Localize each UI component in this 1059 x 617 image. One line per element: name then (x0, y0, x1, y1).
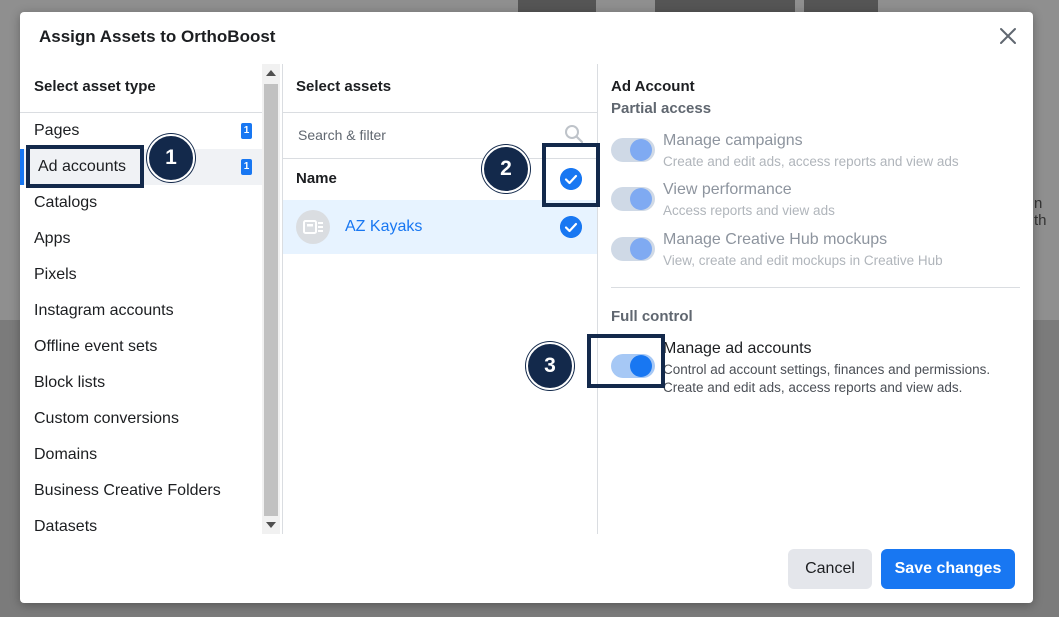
divider (283, 112, 597, 113)
full-control-heading: Full control (611, 308, 693, 325)
asset-type-label: Instagram accounts (34, 302, 174, 319)
assets-heading: Select assets (296, 78, 392, 95)
permission-description: View, create and edit mockups in Creativ… (663, 253, 943, 268)
permission-title: View performance (663, 181, 792, 198)
permission-description: Create and edit ads, access reports and … (663, 154, 959, 169)
permission-title: Manage Creative Hub mockups (663, 231, 888, 248)
permission-toggle (611, 138, 655, 162)
permission-title: Manage campaigns (663, 132, 803, 149)
step-badge-1: 1 (147, 134, 195, 182)
background-partial-text: n th (1034, 195, 1047, 229)
scroll-down-arrow-icon[interactable] (266, 522, 276, 528)
asset-row[interactable]: AZ Kayaks (283, 200, 597, 254)
save-changes-button[interactable]: Save changes (881, 549, 1015, 589)
asset-type-offline-event-sets[interactable]: Offline event sets (20, 329, 262, 365)
background-strip (518, 0, 596, 12)
asset-checkbox[interactable] (560, 216, 582, 238)
scroll-thumb[interactable] (264, 84, 278, 516)
background-strip (655, 0, 795, 12)
highlight-box-select-all (542, 143, 600, 207)
assets-panel: Select assets Name AZ Kayaks (283, 64, 597, 546)
asset-type-label: Block lists (34, 374, 106, 391)
permission-toggle (611, 237, 655, 261)
partial-access-heading: Partial access (611, 100, 712, 117)
assign-assets-dialog: Assign Assets to OrthoBoost Select asset… (20, 12, 1033, 603)
count-badge: 1 (241, 159, 252, 175)
permission-description: Control ad account settings, finances an… (663, 361, 1023, 397)
asset-type-label: Catalogs (34, 194, 98, 211)
search-input[interactable] (296, 126, 560, 144)
cancel-button[interactable]: Cancel (788, 549, 872, 589)
asset-type-domains[interactable]: Domains (20, 437, 262, 473)
asset-type-apps[interactable]: Apps (20, 221, 262, 257)
permission-description: Access reports and view ads (663, 203, 835, 218)
dialog-title: Assign Assets to OrthoBoost (39, 27, 276, 46)
asset-name: AZ Kayaks (345, 218, 423, 235)
asset-type-panel: Select asset type Pages 1 Ad accounts 1 … (20, 64, 262, 546)
step-badge-2: 2 (482, 145, 530, 193)
close-icon[interactable] (997, 25, 1019, 47)
asset-type-business-creative-folders[interactable]: Business Creative Folders (20, 473, 262, 509)
permission-view-performance: View performance Access reports and view… (611, 181, 1021, 225)
asset-type-custom-conversions[interactable]: Custom conversions (20, 401, 262, 437)
asset-type-heading: Select asset type (34, 78, 156, 95)
ad-account-icon (296, 210, 330, 244)
permission-description-line: Create and edit ads, access reports and … (663, 380, 963, 395)
permission-manage-campaigns: Manage campaigns Create and edit ads, ac… (611, 132, 1021, 176)
asset-type-label: Pixels (34, 266, 77, 283)
asset-type-block-lists[interactable]: Block lists (20, 365, 262, 401)
asset-type-label: Domains (34, 446, 98, 463)
asset-type-label: Pages (34, 122, 80, 139)
asset-type-catalogs[interactable]: Catalogs (20, 185, 262, 221)
asset-type-label: Datasets (34, 518, 98, 535)
permission-toggle (611, 187, 655, 211)
scroll-up-arrow-icon[interactable] (266, 70, 276, 76)
step-badge-3: 3 (526, 342, 574, 390)
asset-type-datasets[interactable]: Datasets (20, 509, 262, 545)
highlight-box-full-control-toggle (587, 334, 665, 388)
asset-type-instagram-accounts[interactable]: Instagram accounts (20, 293, 262, 329)
asset-type-label: Apps (34, 230, 71, 247)
name-column-header: Name (296, 170, 337, 187)
asset-type-label: Offline event sets (34, 338, 158, 355)
background-strip (804, 0, 878, 12)
permissions-panel: Ad Account Partial access Manage campaig… (598, 64, 1033, 546)
asset-type-pixels[interactable]: Pixels (20, 257, 262, 293)
asset-type-pages[interactable]: Pages 1 (20, 113, 262, 149)
permission-manage-creative-hub-mockups: Manage Creative Hub mockups View, create… (611, 231, 1021, 275)
permissions-heading: Ad Account (611, 78, 695, 95)
highlight-box-ad-accounts (26, 145, 144, 188)
count-badge: 1 (241, 123, 252, 139)
asset-type-label: Business Creative Folders (34, 482, 221, 499)
asset-type-scrollbar[interactable] (262, 64, 280, 534)
permission-description-line: Control ad account settings, finances an… (663, 362, 991, 377)
asset-type-label: Custom conversions (34, 410, 179, 427)
search-icon[interactable] (564, 124, 584, 144)
permission-manage-ad-accounts: Manage ad accounts Control ad account se… (611, 340, 1021, 400)
divider (611, 287, 1020, 288)
permission-title: Manage ad accounts (663, 340, 812, 357)
